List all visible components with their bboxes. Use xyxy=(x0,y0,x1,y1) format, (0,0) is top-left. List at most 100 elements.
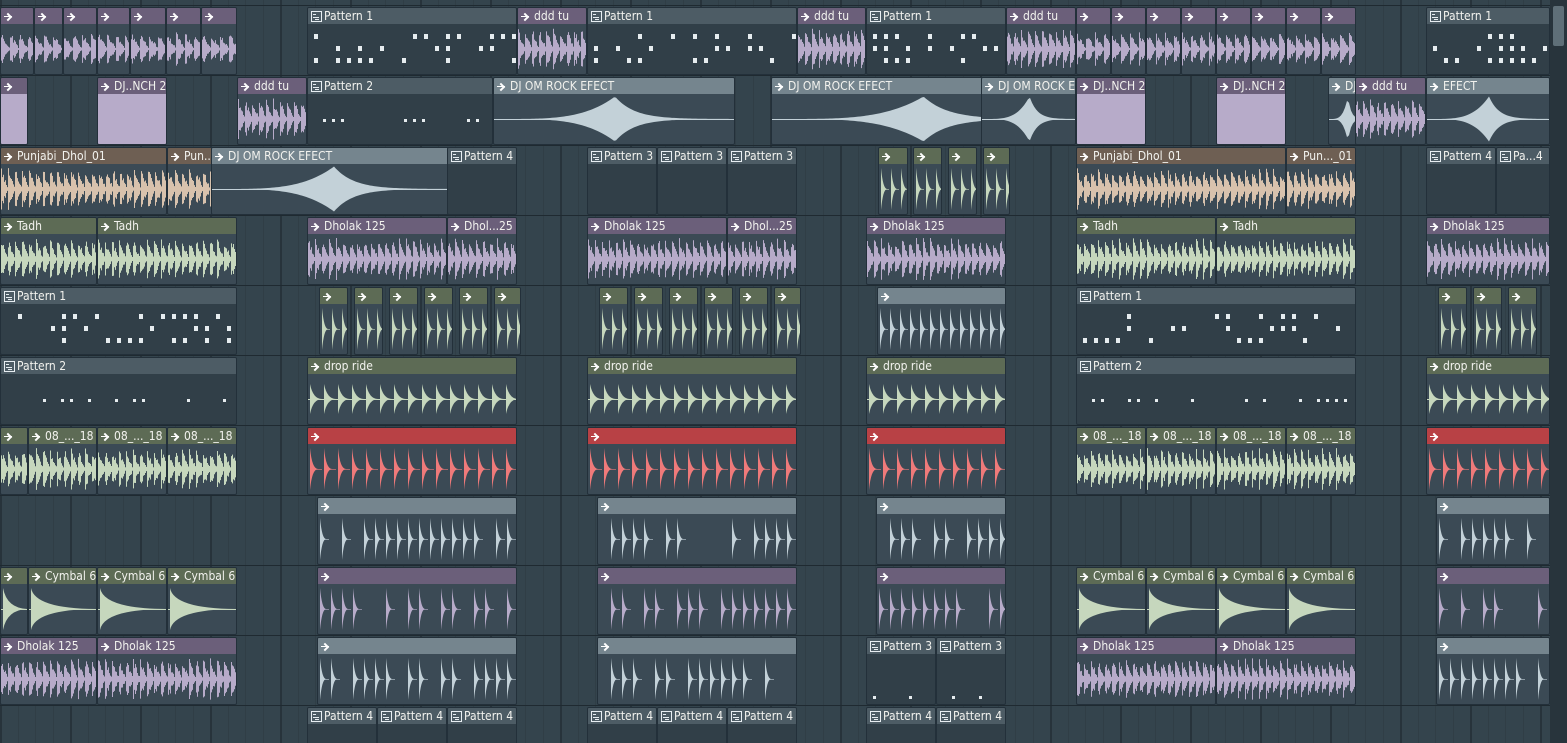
clip-header[interactable]: DJ OM ROCK EFECT xyxy=(212,148,454,164)
clip-header[interactable]: Punjabi_Dhol_01 xyxy=(1077,148,1285,164)
pattern-clip[interactable]: Pattern 3 xyxy=(936,637,1006,705)
clip-header[interactable] xyxy=(740,288,767,304)
audio-clip[interactable] xyxy=(389,287,418,355)
audio-clip[interactable]: ddd tu xyxy=(237,77,307,145)
clip-header[interactable]: 08_..._18 xyxy=(1147,428,1215,444)
clip-header[interactable]: Cymbal 6 xyxy=(29,568,96,584)
track-lane-8[interactable] xyxy=(0,496,1567,566)
pattern-clip[interactable]: Pattern 2 xyxy=(0,357,237,425)
audio-clip[interactable]: ddd tu xyxy=(1006,7,1076,75)
audio-clip[interactable] xyxy=(1436,637,1550,705)
clip-header[interactable]: 08_..._18 xyxy=(168,428,236,444)
audio-clip[interactable]: DJ OM ROCK E xyxy=(981,77,1076,145)
audio-clip[interactable] xyxy=(130,7,166,75)
pattern-clip[interactable]: Pattern 4 xyxy=(587,707,657,743)
track-lane-9[interactable]: Cymbal 6 Cymbal 6 Cymbal 6 Cymbal 6 Cymbal 6… xyxy=(0,566,1567,636)
audio-clip[interactable] xyxy=(494,287,521,355)
audio-clip[interactable]: Tadh xyxy=(1076,217,1216,285)
audio-clip[interactable] xyxy=(1286,7,1321,75)
clip-header[interactable]: Tadh xyxy=(98,218,236,234)
audio-clip[interactable] xyxy=(1426,427,1550,495)
clip-header[interactable]: Pattern 4 xyxy=(308,708,376,724)
audio-clip[interactable] xyxy=(0,427,28,495)
audio-clip[interactable]: Pun..._01 xyxy=(1286,147,1356,215)
audio-clip[interactable] xyxy=(669,287,698,355)
clip-header[interactable] xyxy=(1437,498,1549,514)
audio-clip[interactable]: Dholak 125 xyxy=(1076,637,1216,705)
audio-clip[interactable] xyxy=(1321,7,1356,75)
audio-clip[interactable] xyxy=(634,287,663,355)
playlist-arrangement[interactable]: Pattern 1 ddd tu Pattern 1 ddd tu Pattern 1 d… xyxy=(0,0,1567,743)
track-lane-2[interactable]: DJ..NCH 2 ddd tu Pattern 2 DJ OM ROCK EFECT… xyxy=(0,76,1567,146)
clip-header[interactable] xyxy=(1509,288,1536,304)
audio-clip[interactable]: ddd tu xyxy=(517,7,587,75)
audio-clip[interactable]: Tadh xyxy=(0,217,97,285)
clip-header[interactable] xyxy=(879,148,907,164)
audio-clip[interactable] xyxy=(307,427,517,495)
audio-clip[interactable]: Tadh xyxy=(97,217,237,285)
audio-clip[interactable]: 08_..._18 xyxy=(1286,427,1356,495)
clip-header[interactable]: Pattern 3 xyxy=(728,148,796,164)
audio-clip[interactable] xyxy=(597,637,797,705)
track-lane-3[interactable]: Punjabi_Dhol_01 Pun... DJ OM ROCK EFECT Pat… xyxy=(0,146,1567,216)
pattern-clip[interactable]: Pattern 3 xyxy=(727,147,797,215)
clip-header[interactable]: DJ..NCH 2 xyxy=(1217,78,1285,94)
audio-clip[interactable] xyxy=(1181,7,1216,75)
audio-clip[interactable] xyxy=(1146,7,1181,75)
audio-clip[interactable] xyxy=(774,287,801,355)
clip-header[interactable] xyxy=(1322,8,1355,24)
clip-header[interactable] xyxy=(64,8,96,24)
clip-header[interactable] xyxy=(318,638,516,654)
clip-header[interactable]: ddd tu xyxy=(238,78,306,94)
audio-clip[interactable]: Punjabi_Dhol_01 xyxy=(1076,147,1286,215)
clip-header[interactable]: Pattern 4 xyxy=(378,708,446,724)
audio-clip[interactable] xyxy=(866,427,1006,495)
audio-clip[interactable] xyxy=(876,497,1006,565)
audio-clip[interactable] xyxy=(97,7,130,75)
pattern-clip[interactable]: Pattern 4 xyxy=(447,147,517,215)
clip-header[interactable] xyxy=(460,288,487,304)
pattern-clip[interactable]: Pattern 4 xyxy=(936,707,1006,743)
clip-header[interactable] xyxy=(1,428,27,444)
audio-clip[interactable]: Dholak 125 xyxy=(1426,217,1550,285)
clip-header[interactable] xyxy=(318,568,516,584)
clip-header[interactable] xyxy=(1217,8,1250,24)
audio-clip[interactable] xyxy=(1111,7,1146,75)
audio-clip[interactable]: Dholak 125 xyxy=(0,637,97,705)
clip-header[interactable] xyxy=(98,8,129,24)
audio-clip[interactable] xyxy=(876,567,1006,635)
audio-clip[interactable] xyxy=(948,147,977,215)
clip-header[interactable]: ddd tu xyxy=(518,8,586,24)
clip-header[interactable]: Tadh xyxy=(1217,218,1355,234)
audio-clip[interactable]: Cymbal 6 xyxy=(1286,567,1356,635)
audio-clip[interactable] xyxy=(1076,7,1111,75)
audio-clip[interactable] xyxy=(0,77,28,145)
audio-clip[interactable]: drop ride xyxy=(866,357,1006,425)
clip-header[interactable] xyxy=(877,568,1005,584)
audio-clip[interactable]: Cymbal 6 xyxy=(1076,567,1146,635)
audio-clip[interactable]: 08_..._18 xyxy=(1146,427,1216,495)
audio-clip[interactable] xyxy=(0,567,28,635)
clip-header[interactable]: Dholak 125 xyxy=(588,218,726,234)
audio-clip[interactable] xyxy=(1251,7,1286,75)
clip-header[interactable]: Pattern 1 xyxy=(588,8,796,24)
clip-header[interactable]: Pattern 1 xyxy=(1427,8,1549,24)
clip-header[interactable] xyxy=(600,288,627,304)
clip-header[interactable] xyxy=(167,8,200,24)
clip-header[interactable] xyxy=(867,428,1005,444)
clip-header[interactable]: Dholak 125 xyxy=(1217,638,1355,654)
clip-header[interactable] xyxy=(1439,288,1466,304)
track-lane-5[interactable]: Pattern 1 Pattern 1 xyxy=(0,286,1567,356)
audio-clip[interactable]: Cymbal 6 xyxy=(167,567,237,635)
clip-header[interactable]: Pattern 1 xyxy=(308,8,516,24)
pattern-clip[interactable]: Pattern 4 xyxy=(657,707,727,743)
clip-header[interactable] xyxy=(598,638,796,654)
audio-clip[interactable] xyxy=(34,7,63,75)
audio-clip[interactable] xyxy=(166,7,201,75)
clip-header[interactable] xyxy=(425,288,452,304)
clip-header[interactable]: Pattern 1 xyxy=(1,288,236,304)
pattern-clip[interactable]: Pattern 3 xyxy=(587,147,657,215)
clip-header[interactable]: 08_..._18 xyxy=(29,428,96,444)
clip-header[interactable] xyxy=(670,288,697,304)
pattern-clip[interactable]: Pattern 1 xyxy=(307,7,517,75)
